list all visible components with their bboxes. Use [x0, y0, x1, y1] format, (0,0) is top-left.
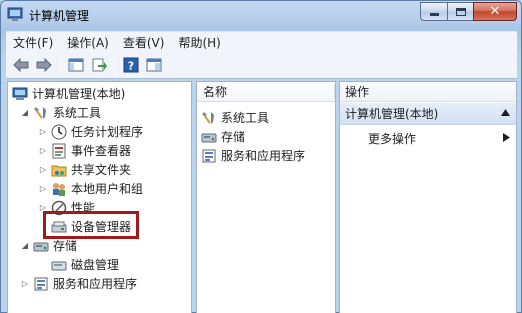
collapse-up-icon[interactable] [501, 109, 510, 116]
export-icon [92, 58, 107, 72]
expand-arrow-icon[interactable]: ▷ [38, 127, 48, 137]
help-button[interactable]: ? [120, 54, 142, 76]
actions-pane: 操作 计算机管理(本地) 更多操作 [339, 81, 517, 313]
tree-item-shared-folders[interactable]: ▷ 共享文件夹 [38, 160, 131, 179]
tree-item-label: 计算机管理(本地) [32, 87, 126, 101]
tree-item-local-users[interactable]: ▷ 本地用户和组 [38, 179, 143, 198]
caption-buttons: ✕ [420, 2, 517, 21]
toolbar: ? [6, 52, 517, 79]
menu-file[interactable]: 文件(F) [6, 34, 60, 51]
collapse-arrow-icon[interactable]: ◢ [20, 241, 30, 251]
users-icon [53, 182, 65, 196]
menu-help[interactable]: 帮助(H) [171, 34, 227, 51]
toolbar-separator [115, 55, 116, 75]
console-tree-pane: 计算机管理(本地) ◢ 系统工具 ▷ 任务计划程序 ▷ 事件查看器 ▷ 共享文件… [7, 81, 192, 313]
minimize-button[interactable] [420, 2, 447, 21]
tree-item-label: 共享文件夹 [71, 163, 132, 177]
forward-arrow-icon [36, 58, 52, 72]
disk-management-icon [51, 261, 67, 270]
tools-icon [202, 111, 214, 124]
list-item-label: 存储 [221, 130, 246, 144]
tree-item-storage[interactable]: ◢ 存储 [20, 236, 77, 255]
tree-item-services-apps[interactable]: ▷ 服务和应用程序 [20, 274, 137, 293]
help-icon: ? [123, 57, 139, 73]
services-icon [202, 149, 216, 162]
tools-icon [34, 106, 46, 119]
menu-bar: 文件(F) 操作(A) 查看(V) 帮助(H) [6, 31, 517, 52]
list-item[interactable]: 存储 [201, 127, 245, 146]
column-header-label: 名称 [203, 85, 228, 99]
submenu-arrow-icon [503, 133, 510, 142]
menu-view[interactable]: 查看(V) [116, 34, 172, 51]
expand-arrow-icon[interactable]: ▷ [20, 279, 30, 289]
window-title: 计算机管理 [29, 9, 90, 23]
tree-item-disk-management[interactable]: 磁盘管理 [51, 255, 119, 274]
services-icon [34, 277, 48, 290]
title-bar[interactable]: 计算机管理 ✕ [1, 1, 521, 29]
minimize-icon [429, 13, 439, 16]
show-action-pane-button[interactable] [143, 54, 165, 76]
shared-folder-icon [51, 165, 67, 176]
menu-action[interactable]: 操作(A) [60, 34, 116, 51]
tree-item-task-scheduler[interactable]: ▷ 任务计划程序 [38, 122, 143, 141]
tree-item-label: 事件查看器 [71, 144, 132, 158]
tree-item-event-viewer[interactable]: ▷ 事件查看器 [38, 141, 131, 160]
tree-item-label: 本地用户和组 [71, 182, 144, 196]
back-arrow-icon [13, 58, 29, 72]
close-button[interactable]: ✕ [473, 2, 517, 21]
tree-item-label: 存储 [53, 239, 78, 253]
action-pane-icon [146, 58, 162, 72]
expand-arrow-icon[interactable]: ▷ [38, 146, 48, 156]
results-pane: 名称 系统工具 存储 服务和应用程序 [196, 81, 336, 313]
event-viewer-icon [52, 143, 66, 158]
tree-item-root[interactable]: 计算机管理(本地) [12, 84, 125, 103]
tree-item-label: 任务计划程序 [71, 125, 144, 139]
collapse-arrow-icon[interactable]: ◢ [20, 108, 30, 118]
highlight-box [43, 211, 139, 239]
actions-section[interactable]: 计算机管理(本地) [340, 103, 516, 125]
window: 计算机管理 ✕ 文件(F) 操作(A) 查看(V) 帮助(H) ? 计算机管理(… [0, 0, 522, 313]
actions-header: 操作 [340, 82, 516, 102]
column-header-name[interactable]: 名称 [197, 82, 335, 102]
list-item-label: 服务和应用程序 [221, 149, 306, 163]
list-item[interactable]: 系统工具 [201, 108, 269, 127]
expand-arrow-icon[interactable]: ▷ [38, 184, 48, 194]
show-hide-tree-button[interactable] [65, 54, 87, 76]
actions-section-label: 计算机管理(本地) [345, 107, 439, 121]
actions-header-label: 操作 [345, 85, 370, 99]
list-item[interactable]: 服务和应用程序 [201, 146, 305, 165]
toolbar-separator [60, 55, 61, 75]
console-tree-icon [68, 58, 84, 72]
close-icon: ✕ [489, 4, 501, 19]
tree-item-label: 磁盘管理 [71, 258, 120, 272]
export-list-button[interactable] [88, 54, 110, 76]
clock-icon [51, 124, 67, 139]
more-actions-item[interactable]: 更多操作 [340, 128, 516, 148]
tree-item-label: 服务和应用程序 [53, 277, 138, 291]
maximize-icon [455, 7, 466, 16]
list-item-label: 系统工具 [221, 111, 270, 125]
tree-item-system-tools[interactable]: ◢ 系统工具 [20, 103, 101, 122]
computer-management-icon [7, 7, 23, 21]
tree-item-label: 系统工具 [53, 106, 102, 120]
storage-icon [33, 242, 49, 251]
computer-management-icon [12, 87, 28, 100]
column-divider[interactable] [334, 85, 335, 99]
maximize-button[interactable] [447, 2, 473, 21]
more-actions-label: 更多操作 [368, 131, 417, 146]
storage-icon [201, 133, 217, 142]
expand-arrow-icon[interactable]: ▷ [38, 165, 48, 175]
back-button[interactable] [10, 54, 32, 76]
svg-text:?: ? [128, 60, 134, 73]
forward-button[interactable] [33, 54, 55, 76]
